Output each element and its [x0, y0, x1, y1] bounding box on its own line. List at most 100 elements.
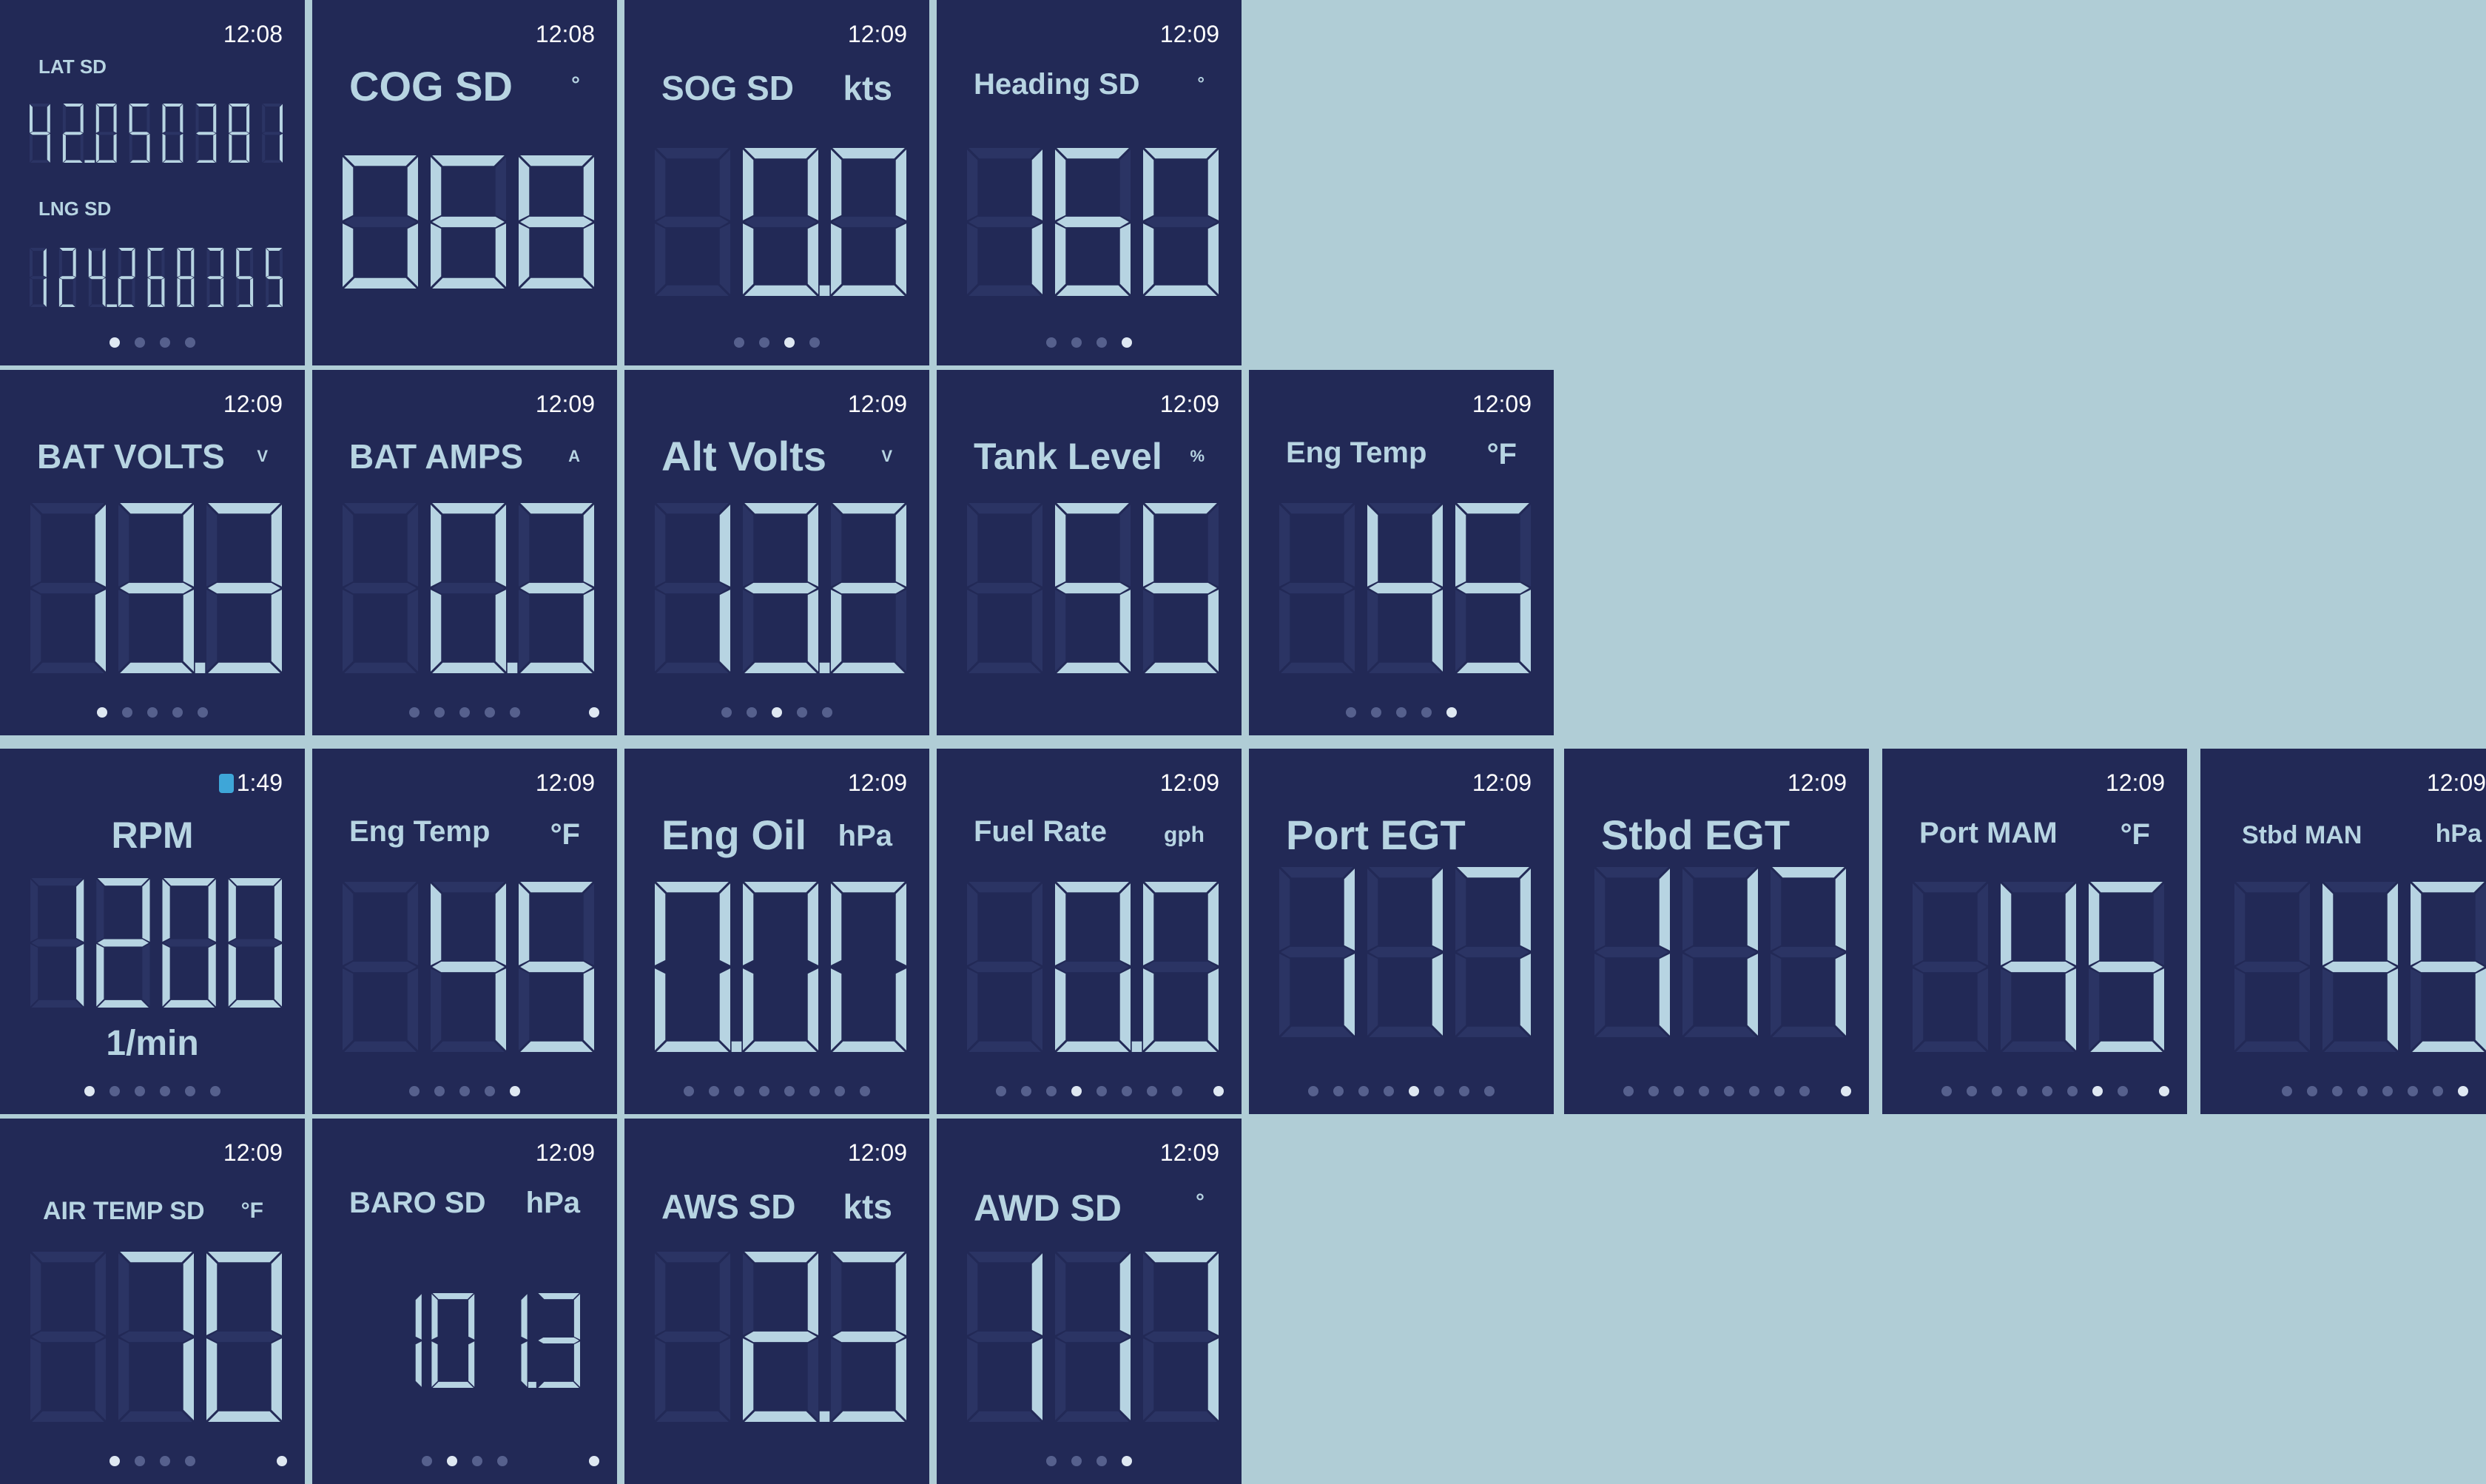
page-dot[interactable] — [185, 1086, 195, 1096]
page-dot-end[interactable] — [1841, 1086, 1851, 1096]
page-dot[interactable] — [1021, 1086, 1031, 1096]
page-dot[interactable] — [1774, 1086, 1785, 1096]
page-dot[interactable] — [160, 337, 170, 348]
page-dot[interactable] — [135, 1456, 145, 1466]
page-indicator[interactable] — [937, 337, 1242, 348]
page-dot[interactable] — [1648, 1086, 1659, 1096]
page-dot[interactable] — [2017, 1086, 2027, 1096]
page-dot[interactable] — [2458, 1086, 2468, 1096]
page-indicator[interactable] — [0, 1456, 305, 1466]
tile-bat-volts[interactable]: 12:09 BAT VOLTS V — [0, 370, 305, 735]
page-dot[interactable] — [472, 1456, 482, 1466]
page-dot[interactable] — [1421, 707, 1432, 718]
page-dot[interactable] — [1941, 1086, 1952, 1096]
page-dot[interactable] — [2042, 1086, 2052, 1096]
page-dot[interactable] — [784, 337, 795, 348]
page-dot-end[interactable] — [589, 707, 599, 718]
page-dot[interactable] — [1046, 1086, 1057, 1096]
page-indicator[interactable] — [624, 337, 929, 348]
tile-fuel-rate[interactable]: 12:09 Fuel Rate gph — [937, 749, 1242, 1114]
tile-heading[interactable]: 12:09 Heading SD ° — [937, 0, 1242, 365]
page-dot[interactable] — [1724, 1086, 1734, 1096]
page-dot[interactable] — [1097, 1086, 1107, 1096]
page-indicator[interactable] — [1249, 1086, 1554, 1096]
page-dot[interactable] — [1097, 1456, 1107, 1466]
tile-awd[interactable]: 12:09 AWD SD ° — [937, 1119, 1242, 1484]
page-dot[interactable] — [110, 1086, 120, 1096]
page-indicator[interactable] — [312, 707, 617, 718]
page-dot[interactable] — [1358, 1086, 1369, 1096]
page-dot[interactable] — [1071, 1086, 1082, 1096]
page-dot[interactable] — [1992, 1086, 2002, 1096]
page-indicator[interactable] — [2200, 1086, 2486, 1096]
page-dot[interactable] — [110, 1456, 120, 1466]
page-dot[interactable] — [1346, 707, 1356, 718]
page-indicator[interactable] — [312, 1456, 617, 1466]
tile-bat-amps[interactable]: 12:09 BAT AMPS A — [312, 370, 617, 735]
page-dot[interactable] — [996, 1086, 1006, 1096]
page-dot[interactable] — [172, 707, 183, 718]
page-indicator[interactable] — [312, 1086, 617, 1096]
page-dot-end[interactable] — [1213, 1086, 1224, 1096]
page-dot[interactable] — [409, 707, 420, 718]
page-dot[interactable] — [1071, 1456, 1082, 1466]
page-dot-end[interactable] — [2159, 1086, 2169, 1096]
tile-cog[interactable]: 12:08 COG SD ° — [312, 0, 617, 365]
page-dot[interactable] — [210, 1086, 220, 1096]
page-dot[interactable] — [1308, 1086, 1318, 1096]
page-dot[interactable] — [1122, 1456, 1132, 1466]
page-dot[interactable] — [1071, 337, 1082, 348]
tile-baro[interactable]: 12:09 BARO SD hPa — [312, 1119, 617, 1484]
page-dot[interactable] — [434, 1086, 445, 1096]
page-dot[interactable] — [185, 1456, 195, 1466]
page-dot[interactable] — [510, 1086, 520, 1096]
page-dot[interactable] — [1122, 1086, 1132, 1096]
page-dot[interactable] — [198, 707, 208, 718]
page-dot[interactable] — [1459, 1086, 1469, 1096]
page-dot[interactable] — [759, 337, 769, 348]
page-dot[interactable] — [434, 707, 445, 718]
page-dot[interactable] — [860, 1086, 870, 1096]
page-dot[interactable] — [409, 1086, 420, 1096]
page-dot[interactable] — [84, 1086, 95, 1096]
page-dot[interactable] — [510, 707, 520, 718]
tile-aws[interactable]: 12:09 AWS SD kts — [624, 1119, 929, 1484]
page-dot[interactable] — [160, 1456, 170, 1466]
page-dot[interactable] — [1384, 1086, 1394, 1096]
tile-stbd-man[interactable]: 12:09 Stbd MAN hPa — [2200, 749, 2486, 1114]
page-indicator[interactable] — [1564, 1086, 1869, 1096]
page-dot[interactable] — [734, 337, 744, 348]
page-dot[interactable] — [684, 1086, 694, 1096]
tile-sog[interactable]: 12:09 SOG SD kts — [624, 0, 929, 365]
page-dot[interactable] — [97, 707, 107, 718]
page-dot[interactable] — [1046, 337, 1057, 348]
page-dot[interactable] — [2382, 1086, 2393, 1096]
page-dot[interactable] — [1749, 1086, 1759, 1096]
tile-eng-temp-2[interactable]: 12:09 Eng Temp °F — [312, 749, 617, 1114]
page-indicator[interactable] — [1882, 1086, 2187, 1096]
page-dot[interactable] — [459, 1086, 470, 1096]
page-dot[interactable] — [797, 707, 807, 718]
page-indicator[interactable] — [0, 707, 305, 718]
page-dot[interactable] — [2332, 1086, 2342, 1096]
page-indicator[interactable] — [937, 1086, 1242, 1096]
tile-stbd-egt[interactable]: 12:09 Stbd EGT — [1564, 749, 1869, 1114]
page-indicator[interactable] — [0, 1086, 305, 1096]
page-dot[interactable] — [1046, 1456, 1057, 1466]
tile-eng-temp[interactable]: 12:09 Eng Temp °F — [1249, 370, 1554, 735]
page-dot[interactable] — [1623, 1086, 1634, 1096]
page-dot[interactable] — [1484, 1086, 1495, 1096]
page-dot[interactable] — [122, 707, 132, 718]
page-dot[interactable] — [1434, 1086, 1444, 1096]
page-dot[interactable] — [1674, 1086, 1684, 1096]
tile-position[interactable]: 12:08 LAT SD LNG SD — [0, 0, 305, 365]
page-dot[interactable] — [772, 707, 782, 718]
page-dot[interactable] — [485, 707, 495, 718]
page-indicator[interactable] — [624, 1086, 929, 1096]
page-dot[interactable] — [1446, 707, 1457, 718]
page-dot[interactable] — [2118, 1086, 2128, 1096]
tile-port-mam[interactable]: 12:09 Port MAM °F — [1882, 749, 2187, 1114]
page-dot[interactable] — [2067, 1086, 2078, 1096]
page-dot[interactable] — [721, 707, 732, 718]
page-dot[interactable] — [485, 1086, 495, 1096]
